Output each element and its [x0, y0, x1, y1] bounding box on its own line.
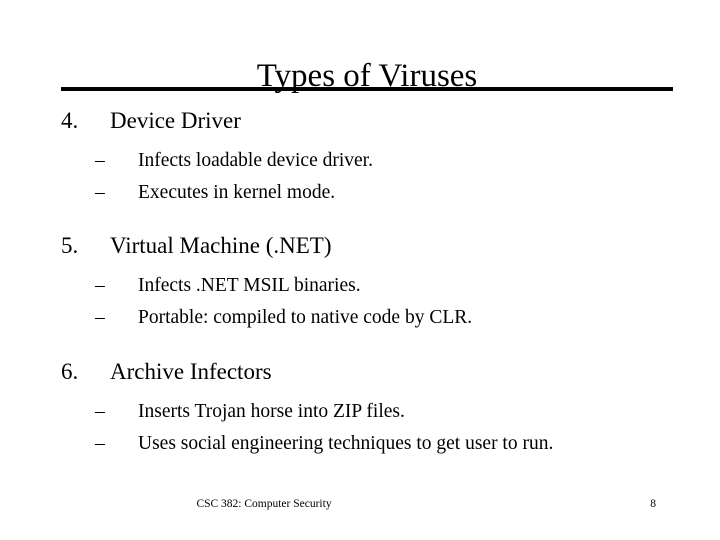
dash-bullet-icon: – [95, 307, 105, 328]
footer-course-label: CSC 382: Computer Security [196, 498, 332, 510]
sub-list-item: – Executes in kernel mode. [0, 177, 720, 209]
list-item-title: Archive Infectors [110, 359, 272, 384]
sub-list-item-text: Executes in kernel mode. [138, 182, 336, 203]
dash-bullet-icon: – [95, 433, 105, 454]
sub-list-item: – Infects .NET MSIL binaries. [0, 270, 720, 302]
sub-list-item-text: Infects .NET MSIL binaries. [138, 275, 361, 296]
content-list: 4. Device Driver – Infects loadable devi… [0, 104, 720, 460]
dash-bullet-icon: – [95, 150, 105, 171]
sub-list-item-text: Infects loadable device driver. [138, 150, 373, 171]
sub-list-item-text: Inserts Trojan horse into ZIP files. [138, 401, 405, 422]
list-item: 5. Virtual Machine (.NET) – Infects .NET… [0, 229, 720, 334]
slide-footer: CSC 382: Computer Security 8 [0, 495, 720, 515]
list-item-title: Virtual Machine (.NET) [110, 233, 332, 258]
dash-bullet-icon: – [95, 275, 105, 296]
list-item-number: 4. [61, 108, 79, 133]
sub-list-item-text: Portable: compiled to native code by CLR… [138, 307, 473, 328]
title-divider [61, 87, 673, 91]
slide-canvas: Types of Viruses 4. Device Driver – Infe… [0, 0, 720, 540]
sub-list-item: – Uses social engineering techniques to … [0, 428, 720, 460]
sub-list-item-text: Uses social engineering techniques to ge… [138, 433, 554, 454]
sub-list-item: – Portable: compiled to native code by C… [0, 302, 720, 334]
list-item-title: Device Driver [110, 108, 241, 133]
list-item-heading: 5. Virtual Machine (.NET) [0, 229, 720, 263]
dash-bullet-icon: – [95, 401, 105, 422]
footer-page-number: 8 [650, 498, 656, 510]
list-item: 4. Device Driver – Infects loadable devi… [0, 104, 720, 209]
list-item-number: 5. [61, 233, 79, 258]
list-item-heading: 4. Device Driver [0, 104, 720, 138]
sub-list-item: – Infects loadable device driver. [0, 145, 720, 177]
list-item: 6. Archive Infectors – Inserts Trojan ho… [0, 355, 720, 460]
dash-bullet-icon: – [95, 182, 105, 203]
list-item-number: 6. [61, 359, 79, 384]
sub-list-item: – Inserts Trojan horse into ZIP files. [0, 396, 720, 428]
list-item-heading: 6. Archive Infectors [0, 355, 720, 389]
